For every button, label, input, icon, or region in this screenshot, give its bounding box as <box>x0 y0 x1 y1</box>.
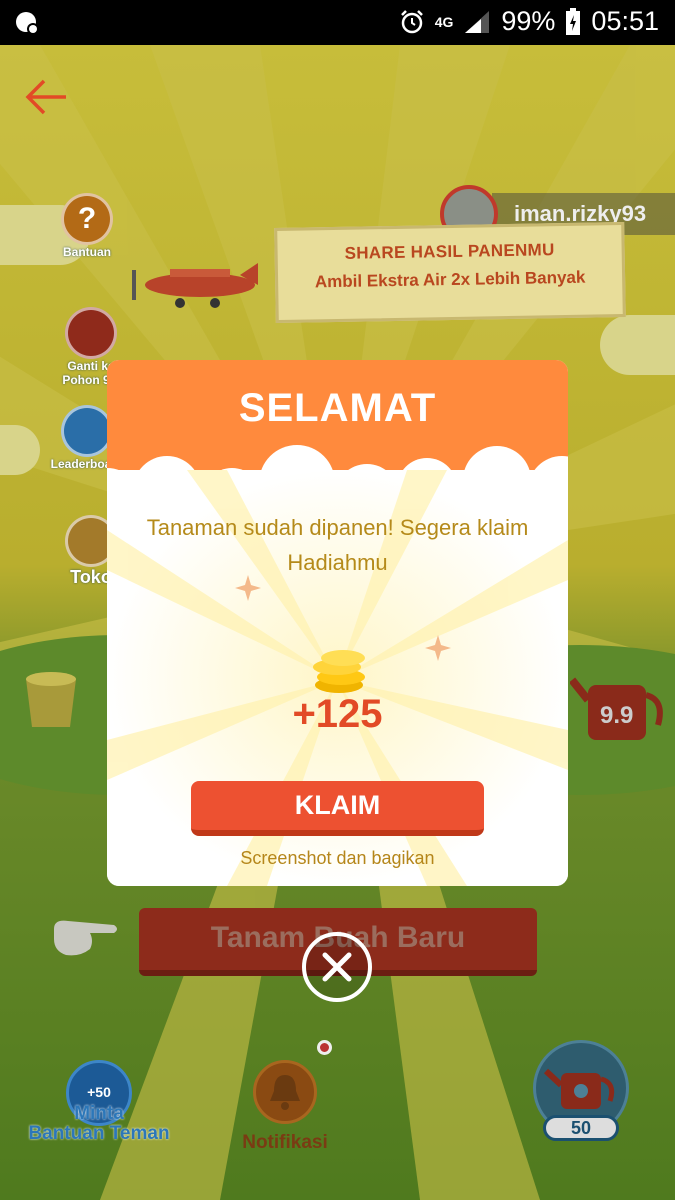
network-type: 4G <box>434 13 454 30</box>
battery-icon <box>566 7 581 35</box>
harvest-reward-dialog: SELAMAT Tanaman sudah dipanen! Segera kl… <box>107 360 568 886</box>
screenshot-share-link[interactable]: Screenshot dan bagikan <box>107 848 568 869</box>
reward-amount: +125 <box>292 692 383 736</box>
signal-icon <box>465 10 490 33</box>
battery-percent: 99% <box>501 6 556 36</box>
notification-icon <box>14 10 40 41</box>
close-icon <box>322 952 352 982</box>
alarm-icon <box>400 9 423 33</box>
claim-button[interactable]: KLAIM <box>191 781 484 836</box>
dialog-message: Tanaman sudah dipanen! Segera klaim Hadi… <box>146 515 529 575</box>
close-button[interactable] <box>302 932 372 1002</box>
clock: 05:51 <box>591 6 659 36</box>
status-bar: 4G 99% 05:51 <box>0 0 675 45</box>
coins-icon <box>313 650 365 693</box>
dialog-title: SELAMAT <box>238 386 437 430</box>
